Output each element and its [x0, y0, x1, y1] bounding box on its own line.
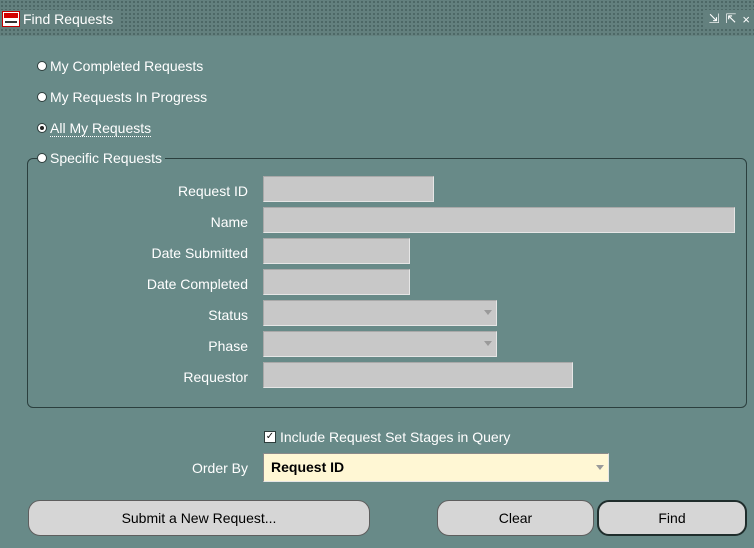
date-submitted-input[interactable]: [263, 238, 410, 264]
minimize-icon[interactable]: ⇲: [709, 11, 720, 27]
dropdown-arrow-icon[interactable]: [484, 310, 492, 315]
radio-label: All My Requests: [50, 119, 152, 137]
submit-new-request-button[interactable]: Submit a New Request...: [28, 500, 370, 536]
radio-button[interactable]: [37, 92, 47, 102]
name-input[interactable]: [263, 207, 735, 233]
close-icon[interactable]: ×: [742, 12, 750, 27]
phase-select[interactable]: [263, 331, 497, 357]
include-stages-checkbox[interactable]: ✓: [264, 431, 276, 443]
status-label: Status: [208, 307, 248, 323]
radio-button[interactable]: [37, 61, 47, 71]
requestor-label: Requestor: [183, 369, 248, 385]
request-id-input[interactable]: [263, 176, 434, 202]
order-by-select[interactable]: Request ID: [263, 453, 609, 482]
include-stages-label: Include Request Set Stages in Query: [280, 429, 511, 445]
window-controls: ⇲ ⇱ ×: [702, 10, 754, 28]
radio-label: Specific Requests: [50, 150, 163, 166]
radio-label: My Completed Requests: [50, 58, 204, 74]
find-button[interactable]: Find: [597, 500, 747, 536]
name-label: Name: [210, 214, 248, 230]
radio-my-requests-in-progress[interactable]: My Requests In Progress: [37, 87, 207, 107]
window-title: Find Requests: [23, 11, 114, 27]
dropdown-arrow-icon[interactable]: [484, 341, 492, 346]
radio-button[interactable]: [37, 123, 47, 133]
clear-button[interactable]: Clear: [437, 500, 594, 536]
dropdown-arrow-icon[interactable]: [596, 465, 604, 470]
phase-label: Phase: [208, 338, 248, 354]
radio-all-my-requests[interactable]: All My Requests: [37, 118, 152, 138]
radio-my-completed-requests[interactable]: My Completed Requests: [37, 56, 203, 76]
date-submitted-label: Date Submitted: [151, 245, 249, 261]
requestor-input[interactable]: [263, 362, 573, 388]
window-titlebar[interactable]: Find Requests ⇲ ⇱ ×: [0, 0, 754, 36]
request-id-label: Request ID: [177, 183, 248, 199]
oracle-logo-icon: [2, 11, 20, 27]
status-select[interactable]: [263, 300, 497, 326]
order-by-label: Order By: [191, 460, 248, 476]
radio-specific-requests[interactable]: Specific Requests: [37, 148, 166, 168]
radio-button[interactable]: [37, 153, 47, 163]
date-completed-input[interactable]: [263, 269, 410, 295]
maximize-icon[interactable]: ⇱: [726, 11, 737, 27]
date-completed-label: Date Completed: [146, 276, 248, 292]
radio-label: My Requests In Progress: [50, 89, 208, 105]
order-by-value: Request ID: [271, 459, 345, 475]
title-group: Find Requests: [0, 10, 120, 28]
